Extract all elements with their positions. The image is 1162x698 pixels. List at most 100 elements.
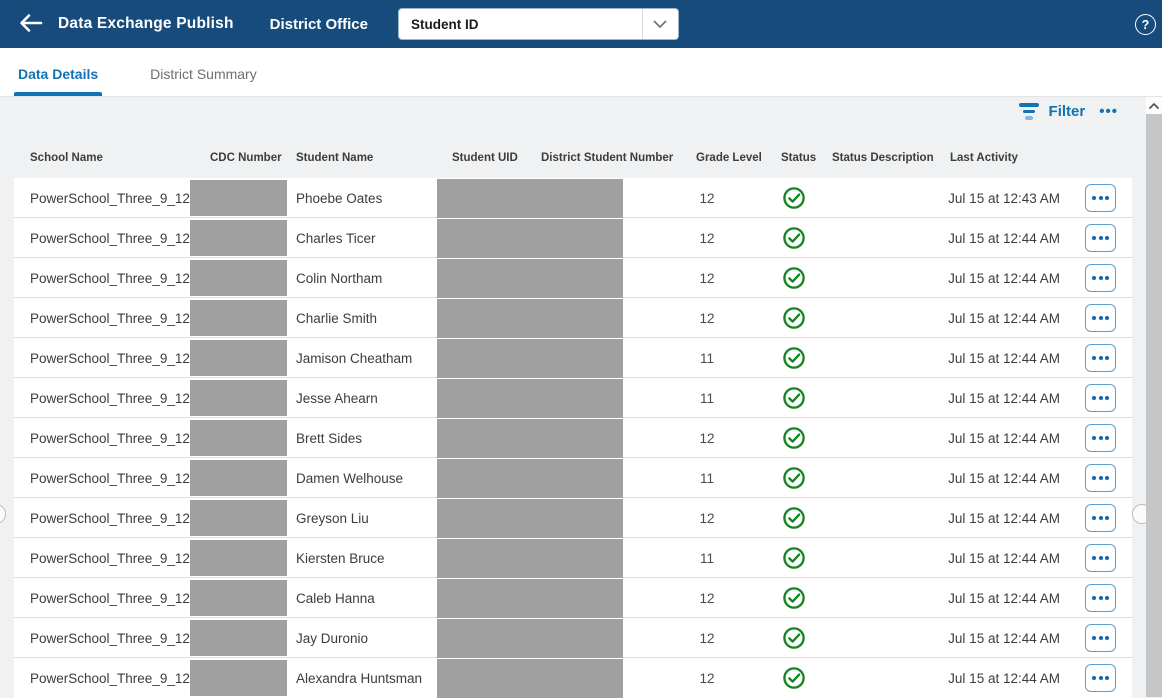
dropdown-selected-value: Student ID	[410, 16, 479, 32]
check-circle-icon	[783, 387, 805, 409]
last-activity-cell: Jul 15 at 12:44 AM	[948, 550, 1060, 566]
table-header-row: School Name CDC Number Student Name Stud…	[14, 142, 1132, 178]
school-name-cell: PowerSchool_Three_9_12	[30, 590, 190, 606]
last-activity-cell: Jul 15 at 12:44 AM	[948, 230, 1060, 246]
tab-district-summary[interactable]: District Summary	[146, 66, 261, 96]
row-actions-button[interactable]	[1085, 664, 1116, 692]
status-cell	[782, 258, 806, 298]
row-actions-button[interactable]	[1085, 624, 1116, 652]
student-uid-redacted-cell	[437, 299, 623, 338]
vertical-scrollbar[interactable]	[1146, 97, 1162, 697]
column-header-status-description: Status Description	[832, 152, 934, 164]
grade-level-cell: 12	[699, 630, 715, 646]
table-row: PowerSchool_Three_9_12 Caleb Hanna 12 Ju…	[14, 578, 1132, 618]
status-cell	[782, 378, 806, 418]
table-row: PowerSchool_Three_9_12 Alexandra Huntsma…	[14, 658, 1132, 698]
check-circle-icon	[783, 427, 805, 449]
student-name-cell: Damen Welhouse	[296, 470, 404, 486]
scroll-left-paddle[interactable]	[0, 504, 6, 524]
student-name-cell: Jesse Ahearn	[296, 390, 378, 406]
table-row: PowerSchool_Three_9_12 Jamison Cheatham …	[14, 338, 1132, 378]
table-row: PowerSchool_Three_9_12 Damen Welhouse 11…	[14, 458, 1132, 498]
row-actions-button[interactable]	[1085, 504, 1116, 532]
last-activity-cell: Jul 15 at 12:44 AM	[948, 350, 1060, 366]
student-name-cell: Colin Northam	[296, 270, 383, 286]
tab-bar: Data Details District Summary	[0, 48, 1162, 97]
cdc-number-redacted-cell	[190, 500, 287, 536]
grade-level-cell: 12	[699, 230, 715, 246]
student-uid-redacted-cell	[437, 499, 623, 538]
student-uid-redacted-cell	[437, 339, 623, 378]
grade-level-cell: 12	[699, 590, 715, 606]
student-uid-redacted-cell	[437, 579, 623, 618]
table-toolbar: Filter •••	[1018, 103, 1118, 120]
student-uid-redacted-cell	[437, 659, 623, 698]
table-body: PowerSchool_Three_9_12 Phoebe Oates 12 J…	[14, 178, 1132, 698]
cdc-number-redacted-cell	[190, 340, 287, 376]
check-circle-icon	[783, 347, 805, 369]
row-actions-button[interactable]	[1085, 584, 1116, 612]
status-cell	[782, 538, 806, 578]
page-title: Data Exchange Publish	[58, 15, 234, 32]
filter-icon	[1018, 103, 1039, 120]
school-name-cell: PowerSchool_Three_9_12	[30, 510, 190, 526]
app-header: Data Exchange Publish District Office St…	[0, 0, 1162, 48]
school-name-cell: PowerSchool_Three_9_12	[30, 270, 190, 286]
row-actions-button[interactable]	[1085, 424, 1116, 452]
last-activity-cell: Jul 15 at 12:44 AM	[948, 670, 1060, 686]
grade-level-cell: 12	[699, 190, 715, 206]
cdc-number-redacted-cell	[190, 260, 287, 296]
student-name-cell: Caleb Hanna	[296, 590, 375, 606]
last-activity-cell: Jul 15 at 12:44 AM	[948, 390, 1060, 406]
student-uid-redacted-cell	[437, 539, 623, 578]
help-button[interactable]: ?	[1135, 14, 1156, 35]
scroll-up-button[interactable]	[1146, 97, 1162, 114]
grade-level-cell: 12	[699, 310, 715, 326]
column-header-student-uid: Student UID	[452, 152, 518, 164]
row-actions-button[interactable]	[1085, 304, 1116, 332]
column-header-last-activity: Last Activity	[950, 152, 1018, 164]
row-actions-button[interactable]	[1085, 344, 1116, 372]
grade-level-cell: 11	[699, 390, 714, 406]
check-circle-icon	[783, 467, 805, 489]
table-row: PowerSchool_Three_9_12 Phoebe Oates 12 J…	[14, 178, 1132, 218]
category-dropdown[interactable]: Student ID	[397, 8, 679, 40]
tab-data-details[interactable]: Data Details	[14, 66, 103, 96]
grade-level-cell: 11	[699, 550, 714, 566]
last-activity-cell: Jul 15 at 12:44 AM	[948, 470, 1060, 486]
student-name-cell: Greyson Liu	[296, 510, 369, 526]
school-name-cell: PowerSchool_Three_9_12	[30, 470, 190, 486]
row-actions-button[interactable]	[1085, 544, 1116, 572]
grade-level-cell: 12	[699, 510, 715, 526]
status-cell	[782, 298, 806, 338]
cdc-number-redacted-cell	[190, 620, 287, 656]
student-name-cell: Charlie Smith	[296, 310, 378, 326]
row-actions-button[interactable]	[1085, 264, 1116, 292]
row-actions-button[interactable]	[1085, 184, 1116, 212]
chevron-up-icon	[1149, 102, 1159, 109]
row-actions-button[interactable]	[1085, 464, 1116, 492]
last-activity-cell: Jul 15 at 12:44 AM	[948, 270, 1060, 286]
back-button[interactable]	[14, 7, 48, 41]
status-cell	[782, 178, 806, 218]
row-actions-button[interactable]	[1085, 384, 1116, 412]
cdc-number-redacted-cell	[190, 580, 287, 616]
last-activity-cell: Jul 15 at 12:44 AM	[948, 630, 1060, 646]
more-options-button[interactable]: •••	[1099, 103, 1118, 120]
status-cell	[782, 458, 806, 498]
student-name-cell: Kiersten Bruce	[296, 550, 385, 566]
last-activity-cell: Jul 15 at 12:43 AM	[948, 190, 1060, 206]
cdc-number-redacted-cell	[190, 380, 287, 416]
row-actions-button[interactable]	[1085, 224, 1116, 252]
school-name-cell: PowerSchool_Three_9_12	[30, 310, 190, 326]
check-circle-icon	[783, 587, 805, 609]
table-row: PowerSchool_Three_9_12 Brett Sides 12 Ju…	[14, 418, 1132, 458]
status-cell	[782, 338, 806, 378]
student-uid-redacted-cell	[437, 419, 623, 458]
last-activity-cell: Jul 15 at 12:44 AM	[948, 590, 1060, 606]
column-header-school-name: School Name	[30, 152, 103, 164]
column-header-district-student-number: District Student Number	[541, 152, 674, 164]
school-name-cell: PowerSchool_Three_9_12	[30, 230, 190, 246]
filter-button[interactable]: Filter	[1018, 103, 1085, 120]
check-circle-icon	[783, 627, 805, 649]
